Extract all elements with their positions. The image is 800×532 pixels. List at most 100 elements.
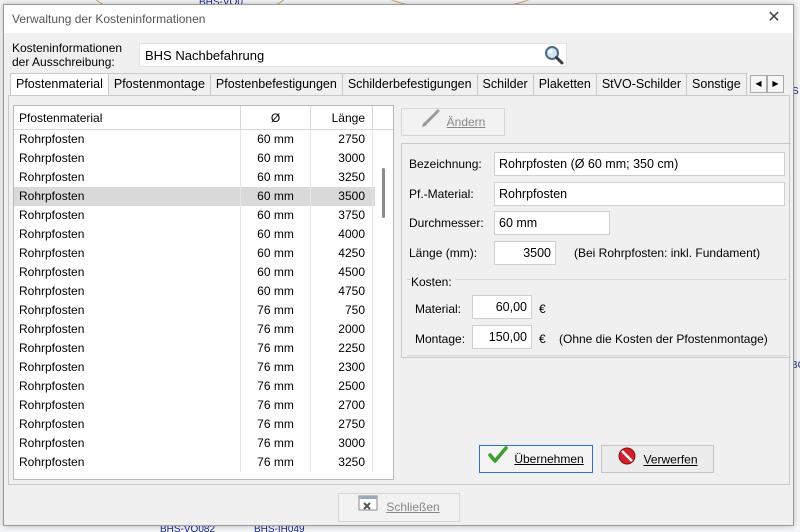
tab-scroll-right-icon[interactable]: ▶ bbox=[767, 75, 784, 93]
edit-button[interactable]: Ändern bbox=[401, 108, 505, 136]
table-row[interactable]: Rohrpfosten 60 mm 4500 bbox=[14, 263, 393, 282]
tab-pfostenmontage[interactable]: Pfostenmontage bbox=[107, 73, 211, 95]
table-body: Rohrpfosten 60 mm 2750 Rohrpfosten 60 mm 3000… bbox=[14, 130, 393, 472]
column-header-length[interactable]: Länge bbox=[311, 106, 373, 129]
cell-material: Rohrpfosten bbox=[14, 263, 241, 282]
cell-diameter: 76 mm bbox=[241, 415, 311, 434]
designation-field[interactable]: Rohrpfosten (Ø 60 mm; 350 cm) bbox=[494, 152, 785, 176]
cell-diameter: 76 mm bbox=[241, 339, 311, 358]
table-row[interactable]: Rohrpfosten 60 mm 2750 bbox=[14, 130, 393, 149]
table-row[interactable]: Rohrpfosten 76 mm 2750 bbox=[14, 415, 393, 434]
cell-length: 3750 bbox=[311, 206, 373, 225]
table-row[interactable]: Rohrpfosten 76 mm 2250 bbox=[14, 339, 393, 358]
length-label: Länge (mm): bbox=[409, 246, 478, 260]
cell-length: 2750 bbox=[311, 415, 373, 434]
table-header: Pfostenmaterial Ø Länge bbox=[14, 106, 393, 130]
cell-diameter: 60 mm bbox=[241, 206, 311, 225]
tab-pfostenmaterial[interactable]: Pfostenmaterial bbox=[10, 73, 109, 95]
checkmark-icon bbox=[488, 446, 509, 473]
table-row[interactable]: Rohrpfosten 60 mm 3500 bbox=[14, 187, 393, 206]
table-row[interactable]: Rohrpfosten 76 mm 3000 bbox=[14, 434, 393, 453]
cell-diameter: 76 mm bbox=[241, 358, 311, 377]
tab-scroll-left-icon[interactable]: ◀ bbox=[750, 75, 767, 93]
cell-material: Rohrpfosten bbox=[14, 453, 241, 472]
scrollbar-thumb[interactable] bbox=[382, 168, 385, 218]
table-row[interactable]: Rohrpfosten 60 mm 4750 bbox=[14, 282, 393, 301]
cell-material: Rohrpfosten bbox=[14, 301, 241, 320]
montage-cost-currency: € bbox=[539, 332, 546, 346]
apply-button[interactable]: Übernehmen bbox=[479, 445, 593, 473]
cell-length: 4500 bbox=[311, 263, 373, 282]
table-scrollbar[interactable] bbox=[375, 130, 393, 479]
montage-cost-field[interactable]: 150,00 bbox=[472, 325, 532, 349]
table-row[interactable]: Rohrpfosten 60 mm 3750 bbox=[14, 206, 393, 225]
table-row[interactable]: Rohrpfosten 60 mm 3000 bbox=[14, 149, 393, 168]
material-cost-label: Material: bbox=[415, 302, 462, 316]
apply-button-label: Übernehmen bbox=[514, 452, 584, 466]
table-row[interactable]: Rohrpfosten 76 mm 750 bbox=[14, 301, 393, 320]
discard-button[interactable]: Verwerfen bbox=[601, 445, 714, 473]
cell-diameter: 60 mm bbox=[241, 187, 311, 206]
search-icon[interactable] bbox=[542, 43, 566, 67]
table-row[interactable]: Rohrpfosten 76 mm 2000 bbox=[14, 320, 393, 339]
cell-material: Rohrpfosten bbox=[14, 187, 241, 206]
table-row[interactable]: Rohrpfosten 76 mm 2300 bbox=[14, 358, 393, 377]
cell-material: Rohrpfosten bbox=[14, 225, 241, 244]
no-entry-icon bbox=[617, 446, 637, 475]
cell-length: 3000 bbox=[311, 434, 373, 453]
pencil-icon bbox=[421, 109, 441, 136]
cell-length: 2500 bbox=[311, 377, 373, 396]
length-field[interactable]: 3500 bbox=[494, 241, 556, 265]
tab-pfostenbefestigungen[interactable]: Pfostenbefestigungen bbox=[209, 73, 343, 95]
cell-length: 3000 bbox=[311, 149, 373, 168]
cell-diameter: 60 mm bbox=[241, 282, 311, 301]
table-row[interactable]: Rohrpfosten 60 mm 3250 bbox=[14, 168, 393, 187]
tab-sonstige[interactable]: Sonstige bbox=[686, 73, 747, 95]
costs-group: Kosten: Material: 60,00 € Montage: 150,0… bbox=[407, 275, 787, 356]
cell-material: Rohrpfosten bbox=[14, 415, 241, 434]
tab-schilderbefestigungen[interactable]: Schilderbefestigungen bbox=[341, 73, 478, 95]
cell-diameter: 76 mm bbox=[241, 377, 311, 396]
cell-length: 3250 bbox=[311, 453, 373, 472]
tab-schilder[interactable]: Schilder bbox=[476, 73, 534, 95]
cell-material: Rohrpfosten bbox=[14, 358, 241, 377]
tab-panel-pfostenmaterial: Pfostenmaterial Ø Länge Rohrpfosten 60 mm… bbox=[8, 95, 791, 485]
table-row[interactable]: Rohrpfosten 76 mm 3250 bbox=[14, 453, 393, 472]
cell-material: Rohrpfosten bbox=[14, 377, 241, 396]
dialog-title: Verwaltung der Kosteninformationen bbox=[12, 12, 206, 26]
cell-length: 3500 bbox=[311, 187, 373, 206]
column-header-diameter[interactable]: Ø bbox=[241, 106, 311, 129]
close-window-icon bbox=[358, 494, 380, 521]
table-row[interactable]: Rohrpfosten 60 mm 4250 bbox=[14, 244, 393, 263]
cell-length: 750 bbox=[311, 301, 373, 320]
column-header-material[interactable]: Pfostenmaterial bbox=[14, 106, 241, 129]
table-row[interactable]: Rohrpfosten 60 mm 4000 bbox=[14, 225, 393, 244]
cell-material: Rohrpfosten bbox=[14, 206, 241, 225]
cell-diameter: 76 mm bbox=[241, 453, 311, 472]
cell-length: 3250 bbox=[311, 168, 373, 187]
tender-field[interactable]: BHS Nachbefahrung bbox=[139, 43, 567, 67]
table-row[interactable]: Rohrpfosten 76 mm 2500 bbox=[14, 377, 393, 396]
cell-material: Rohrpfosten bbox=[14, 168, 241, 187]
material-cost-currency: € bbox=[539, 302, 546, 316]
cell-diameter: 76 mm bbox=[241, 396, 311, 415]
montage-cost-label: Montage: bbox=[415, 332, 466, 346]
close-button-label: Schließen bbox=[386, 500, 440, 514]
cost-info-dialog: Verwaltung der Kosteninformationen ✕ Kos… bbox=[3, 4, 794, 526]
material-field[interactable]: Rohrpfosten bbox=[494, 182, 785, 206]
details-form: Bezeichnung: Rohrpfosten (Ø 60 mm; 350 c… bbox=[401, 143, 791, 358]
tab-scroll-buttons: ◀ ▶ bbox=[750, 75, 786, 93]
close-icon[interactable]: ✕ bbox=[765, 9, 783, 27]
material-cost-field[interactable]: 60,00 bbox=[472, 295, 532, 319]
cell-diameter: 60 mm bbox=[241, 130, 311, 149]
diameter-field[interactable]: 60 mm bbox=[494, 211, 610, 235]
cell-length: 4000 bbox=[311, 225, 373, 244]
cell-material: Rohrpfosten bbox=[14, 339, 241, 358]
cell-diameter: 76 mm bbox=[241, 434, 311, 453]
cell-length: 2750 bbox=[311, 130, 373, 149]
tab-plaketten[interactable]: Plaketten bbox=[532, 73, 597, 95]
close-button[interactable]: Schließen bbox=[338, 493, 460, 522]
table-row[interactable]: Rohrpfosten 76 mm 2700 bbox=[14, 396, 393, 415]
cell-length: 2000 bbox=[311, 320, 373, 339]
tab-stvo-schilder[interactable]: StVO-Schilder bbox=[595, 73, 688, 95]
